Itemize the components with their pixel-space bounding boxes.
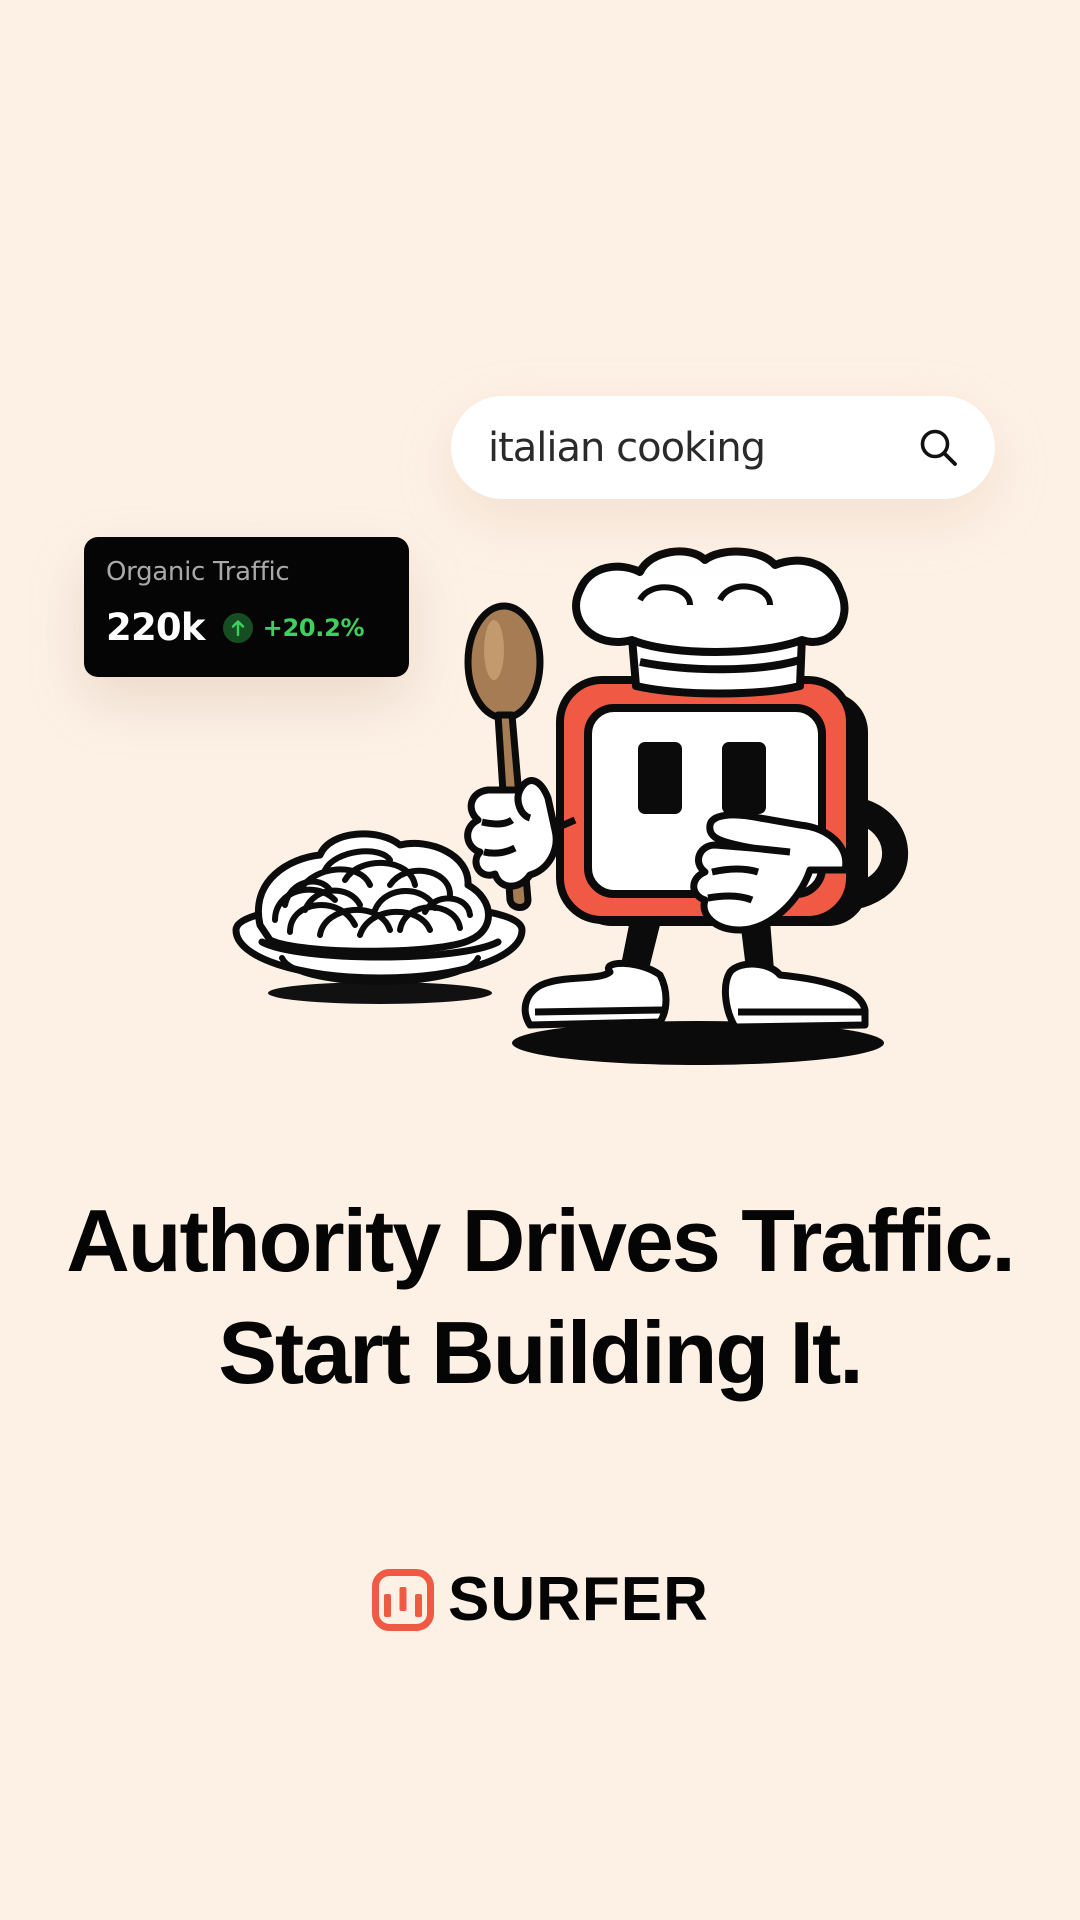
- brand-name: SURFER: [448, 1565, 709, 1634]
- search-bar[interactable]: italian cooking: [451, 396, 995, 499]
- traffic-label: Organic Traffic: [106, 557, 290, 587]
- traffic-value: 220k: [106, 606, 205, 649]
- search-input[interactable]: italian cooking: [488, 425, 917, 471]
- organic-traffic-card: Organic Traffic 220k +20.2%: [84, 537, 409, 677]
- surfer-logo-icon: [372, 1569, 434, 1631]
- headline-line-1: Authority Drives Traffic.: [66, 1191, 1016, 1290]
- search-icon[interactable]: [917, 426, 961, 470]
- brand-logo[interactable]: SURFER: [372, 1566, 709, 1634]
- headline-line-2: Start Building It.: [218, 1303, 864, 1402]
- headline: Authority Drives Traffic. Start Building…: [0, 1185, 1080, 1409]
- traffic-change: +20.2%: [262, 613, 365, 642]
- chef-hat: [572, 547, 849, 698]
- mascot-shoes: [521, 959, 869, 1031]
- traffic-row: 220k +20.2%: [106, 609, 387, 646]
- arrow-up-icon: [222, 612, 253, 643]
- ad-canvas: italian cooking Organic Traffic 220k +20…: [0, 0, 1080, 1920]
